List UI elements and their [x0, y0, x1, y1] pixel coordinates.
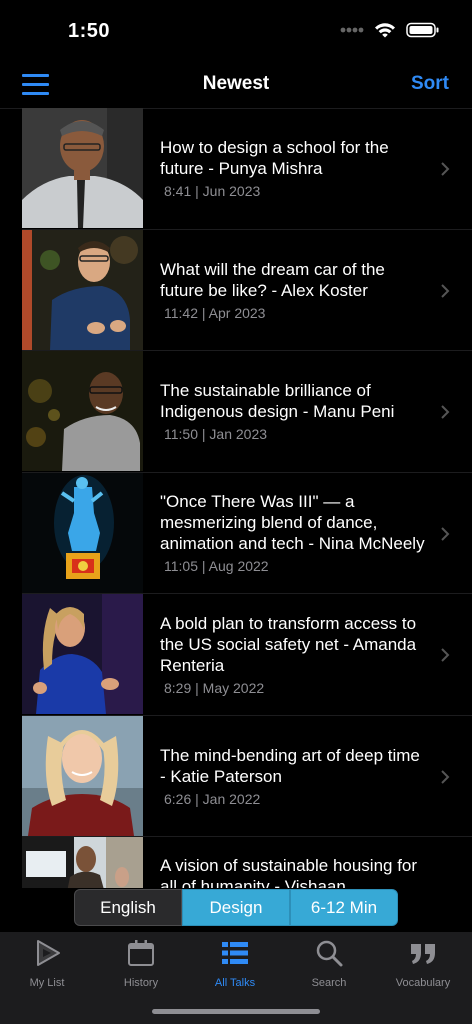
page-title: Newest	[202, 73, 270, 94]
quote-icon	[411, 944, 435, 964]
talk-meta: 11:50 | Jan 2023	[164, 426, 268, 442]
topic-filter-button[interactable]: Design	[182, 889, 290, 926]
talk-meta: 8:29 | May 2022	[164, 679, 265, 696]
search-icon	[316, 940, 343, 967]
filter-bar: English Design 6-12 Min	[74, 889, 398, 926]
tab-label: History	[123, 977, 159, 989]
talk-title: How to design a school for the future - …	[160, 138, 389, 178]
tab-label: Vocabulary	[395, 977, 451, 989]
tab-label: All Talks	[214, 977, 256, 989]
talk-list[interactable]: How to design a school for the future - …	[0, 108, 472, 888]
cellular-signal-icon	[340, 27, 364, 33]
tab-search[interactable]: Search	[282, 938, 376, 989]
talk-thumbnail	[22, 108, 143, 228]
talk-row[interactable]: How to design a school for the future - …	[22, 108, 472, 230]
play-outline-icon	[37, 940, 60, 966]
talk-title: A vision of sustainable housing for all …	[160, 856, 418, 888]
wifi-icon	[375, 23, 395, 38]
talk-info: How to design a school for the future - …	[160, 108, 430, 228]
sort-button[interactable]: Sort	[411, 73, 449, 95]
chevron-right-icon	[441, 769, 450, 784]
talk-info: "Once There Was III" — a mesmerizing ble…	[160, 473, 430, 593]
calendar-icon	[128, 940, 154, 966]
tab-label: Search	[311, 977, 347, 989]
talk-title: A bold plan to transform access to the U…	[160, 613, 417, 675]
status-bar: 1:50	[0, 0, 472, 64]
talk-meta: 6:26 | Jan 2022	[164, 790, 261, 807]
talk-thumbnail	[22, 715, 143, 836]
chevron-right-icon	[441, 405, 450, 419]
talk-row[interactable]: The sustainable brilliance of Indigenous…	[22, 351, 472, 473]
talk-row[interactable]: The mind-bending art of deep time - Kati…	[22, 715, 472, 837]
talk-title: "Once There Was III" — a mesmerizing ble…	[160, 492, 425, 553]
talk-row[interactable]: What will the dream car of the future be…	[22, 229, 472, 351]
battery-icon	[406, 22, 439, 38]
tab-label: My List	[29, 977, 65, 989]
talk-info: The sustainable brilliance of Indigenous…	[160, 351, 430, 471]
tab-history[interactable]: History	[94, 938, 188, 989]
tab-my-list[interactable]: My List	[0, 938, 94, 989]
talk-meta: 8:41 | Jun 2023	[164, 183, 261, 199]
chevron-right-icon	[441, 283, 450, 298]
chevron-right-icon	[441, 526, 450, 541]
talk-info: What will the dream car of the future be…	[160, 230, 430, 350]
talk-thumbnail	[22, 837, 143, 888]
talk-meta: 11:05 | Aug 2022	[164, 558, 269, 574]
talk-meta: 11:42 | Apr 2023	[164, 304, 266, 321]
home-indicator	[152, 1009, 320, 1014]
talk-row[interactable]: A bold plan to transform access to the U…	[22, 594, 472, 716]
language-filter-button[interactable]: English	[74, 889, 182, 926]
tab-vocabulary[interactable]: Vocabulary	[376, 938, 470, 989]
talk-title: The sustainable brilliance of Indigenous…	[160, 381, 395, 421]
status-time: 1:50	[68, 20, 111, 42]
talk-row[interactable]: A vision of sustainable housing for all …	[22, 837, 472, 888]
tab-all-talks[interactable]: All Talks	[188, 938, 282, 989]
talk-thumbnail	[22, 594, 143, 714]
list-icon	[222, 942, 248, 964]
talk-title: The mind-bending art of deep time - Kati…	[160, 745, 420, 786]
talk-info: A bold plan to transform access to the U…	[160, 594, 430, 714]
talk-thumbnail	[22, 472, 143, 593]
chevron-right-icon	[441, 162, 450, 176]
chevron-right-icon	[441, 648, 450, 662]
talk-row[interactable]: "Once There Was III" — a mesmerizing ble…	[22, 472, 472, 594]
duration-filter-button[interactable]: 6-12 Min	[290, 889, 398, 926]
talk-info: A vision of sustainable housing for all …	[160, 837, 430, 888]
navigation-bar: Newest Sort	[0, 64, 472, 109]
talk-thumbnail	[22, 229, 143, 350]
talk-title: What will the dream car of the future be…	[160, 259, 385, 300]
talk-thumbnail	[22, 351, 143, 471]
talk-info: The mind-bending art of deep time - Kati…	[160, 716, 430, 836]
status-icons	[340, 22, 440, 38]
